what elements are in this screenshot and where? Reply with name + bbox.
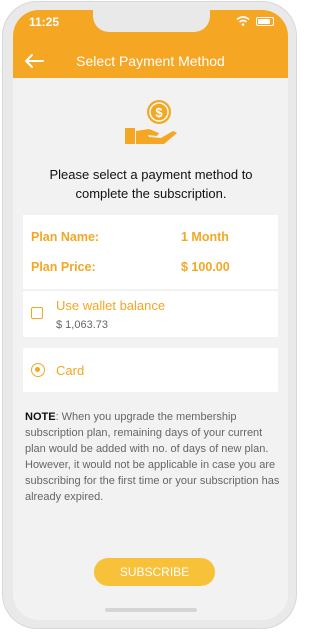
plan-price-label: Plan Price:	[31, 260, 96, 274]
plan-price-value: $ 100.00	[181, 260, 230, 274]
note-text: : When you upgrade the membership subscr…	[25, 411, 280, 503]
instruction-text: Please select a payment method to comple…	[49, 167, 253, 201]
notch	[93, 10, 210, 32]
wallet-checkbox[interactable]	[31, 307, 43, 319]
subscribe-button[interactable]: SUBSCRIBE	[94, 558, 215, 586]
card-label: Card	[56, 363, 85, 378]
status-time: 11:25	[29, 15, 60, 29]
screen: 11:25 Select Payment Method $ Please sel…	[13, 10, 288, 620]
note-prefix: NOTE	[25, 411, 56, 423]
page-title: Select Payment Method	[76, 53, 225, 69]
card-option[interactable]: Card	[23, 348, 278, 392]
wifi-icon	[236, 16, 250, 26]
phone-frame: 11:25 Select Payment Method $ Please sel…	[3, 2, 296, 628]
plan-name-label: Plan Name:	[31, 230, 100, 244]
status-icons	[236, 16, 274, 26]
battery-icon	[256, 16, 274, 26]
wallet-option[interactable]: Use wallet balance $ 1,063.73	[23, 291, 278, 337]
plan-name-value: 1 Month	[181, 230, 229, 244]
membership-note: NOTE: When you upgrade the membership su…	[25, 409, 280, 505]
plan-details-card: Plan Name: 1 Month Plan Price: $ 100.00	[23, 215, 278, 289]
app-bar: Select Payment Method	[13, 48, 288, 74]
card-radio[interactable]	[31, 363, 45, 377]
svg-text:$: $	[155, 105, 163, 120]
home-indicator	[105, 608, 197, 612]
payment-coin-hand-icon: $	[125, 100, 177, 144]
wallet-label: Use wallet balance	[56, 298, 166, 313]
wallet-balance: $ 1,063.73	[56, 319, 108, 331]
